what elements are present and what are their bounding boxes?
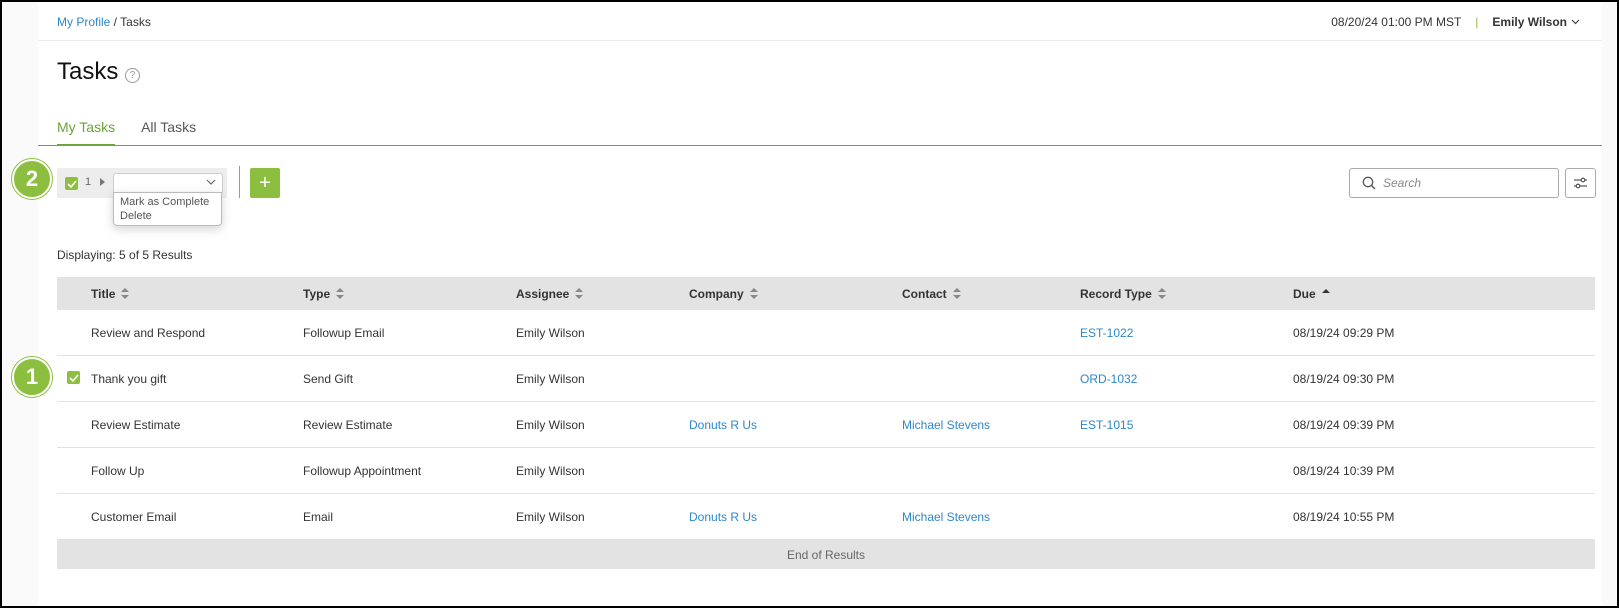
filter-settings-button[interactable] (1565, 168, 1596, 198)
table-row[interactable]: Thank you gift Send Gift Emily Wilson OR… (57, 356, 1595, 402)
search-box (1349, 168, 1559, 198)
cell-type: Review Estimate (303, 418, 393, 432)
left-margin (2, 2, 38, 606)
cell-type: Followup Email (303, 326, 385, 340)
page-title: Tasks (57, 58, 119, 85)
row-checkbox[interactable] (67, 371, 80, 384)
user-menu[interactable]: Emily Wilson (1492, 15, 1580, 29)
sort-icon (952, 288, 961, 299)
checkmark-icon (66, 179, 77, 188)
header-right: 08/20/24 01:00 PM MST | Emily Wilson (1331, 15, 1580, 29)
cell-contact-link[interactable]: Michael Stevens (902, 510, 990, 524)
top-bar: My Profile / Tasks 08/20/24 01:00 PM MST… (38, 2, 1602, 41)
callout-badge-1: 1 (12, 357, 52, 397)
cell-assignee: Emily Wilson (516, 418, 585, 432)
option-mark-as-complete[interactable]: Mark as Complete (114, 195, 221, 209)
cell-contact-link[interactable]: Michael Stevens (902, 418, 990, 432)
add-task-button[interactable]: + (250, 168, 280, 198)
sort-icon (121, 288, 130, 299)
column-header-record-type[interactable]: Record Type (1080, 287, 1166, 301)
cell-assignee: Emily Wilson (516, 326, 585, 340)
breadcrumb-my-profile-link[interactable]: My Profile (57, 15, 110, 29)
sort-icon (575, 288, 584, 299)
sort-ascending-icon (1321, 289, 1330, 293)
help-icon[interactable]: ? (125, 68, 140, 83)
search-icon (1362, 176, 1376, 190)
bulk-action-select[interactable] (113, 173, 223, 194)
cell-type: Send Gift (303, 372, 354, 386)
table-header: Title Type Assignee Company Contact Reco… (57, 277, 1595, 310)
option-delete[interactable]: Delete (114, 209, 221, 223)
cell-due: 08/19/24 10:55 PM (1293, 510, 1395, 524)
chevron-down-icon (206, 179, 216, 185)
column-label: Contact (902, 286, 947, 301)
column-header-company[interactable]: Company (689, 287, 758, 301)
cell-title: Review Estimate (91, 418, 181, 432)
chevron-down-icon (1571, 19, 1580, 25)
breadcrumb-separator: / (110, 15, 121, 29)
sort-icon (336, 288, 345, 299)
select-all-checkbox[interactable] (65, 177, 78, 190)
results-count: Displaying: 5 of 5 Results (57, 248, 193, 262)
cell-title: Follow Up (91, 464, 145, 478)
sort-icon (1157, 288, 1166, 299)
cell-company-link[interactable]: Donuts R Us (689, 418, 757, 432)
header-separator: | (1475, 15, 1479, 29)
column-header-due[interactable]: Due (1293, 287, 1330, 301)
sort-icon (749, 288, 758, 299)
cell-due: 08/19/24 09:29 PM (1293, 326, 1395, 340)
cell-company-link[interactable]: Donuts R Us (689, 510, 757, 524)
cell-due: 08/19/24 09:39 PM (1293, 418, 1395, 432)
search-input[interactable] (1383, 174, 1548, 192)
column-label: Title (91, 286, 116, 301)
right-margin (1602, 2, 1617, 606)
caret-right-icon (100, 178, 105, 186)
column-header-title[interactable]: Title (91, 286, 130, 301)
cell-due: 08/19/24 09:30 PM (1293, 372, 1395, 386)
column-label: Record Type (1080, 286, 1152, 301)
toolbar-divider (239, 166, 240, 198)
cell-due: 08/19/24 10:39 PM (1293, 464, 1395, 478)
cell-type: Email (303, 510, 334, 524)
checkmark-icon (68, 373, 79, 382)
tab-bar: My Tasks All Tasks (57, 119, 222, 146)
breadcrumb: My Profile / Tasks (57, 15, 151, 29)
column-label: Company (689, 286, 744, 301)
bulk-action-dropdown: Mark as Complete Delete (113, 192, 222, 226)
table-row[interactable]: Follow Up Followup Appointment Emily Wil… (57, 448, 1595, 494)
callout-badge-2: 2 (12, 159, 52, 199)
header-datetime: 08/20/24 01:00 PM MST (1331, 15, 1462, 29)
table-row[interactable]: Review and Respond Followup Email Emily … (57, 310, 1595, 356)
cell-assignee: Emily Wilson (516, 372, 585, 386)
tab-my-tasks[interactable]: My Tasks (57, 119, 116, 146)
tasks-table: Title Type Assignee Company Contact Reco… (57, 277, 1595, 569)
cell-type: Followup Appointment (303, 464, 422, 478)
sliders-icon (1574, 177, 1587, 189)
column-label: Assignee (516, 286, 570, 301)
column-label: Type (303, 286, 331, 301)
tab-all-tasks[interactable]: All Tasks (141, 119, 196, 146)
cell-title: Thank you gift (91, 372, 167, 386)
cell-record-type-link[interactable]: EST-1015 (1080, 418, 1133, 432)
selected-count: 1 (85, 176, 92, 188)
cell-record-type-link[interactable]: EST-1022 (1080, 326, 1133, 340)
app-window: My Profile / Tasks 08/20/24 01:00 PM MST… (0, 0, 1619, 608)
user-name: Emily Wilson (1492, 15, 1567, 29)
cell-title: Review and Respond (91, 326, 206, 340)
cell-assignee: Emily Wilson (516, 510, 585, 524)
breadcrumb-current: Tasks (120, 15, 151, 29)
column-header-type[interactable]: Type (303, 286, 345, 301)
cell-record-type-link[interactable]: ORD-1032 (1080, 372, 1137, 386)
end-of-results: End of Results (57, 540, 1595, 569)
column-label: Due (1293, 286, 1316, 301)
table-row[interactable]: Customer Email Email Emily Wilson Donuts… (57, 494, 1595, 540)
cell-title: Customer Email (91, 510, 177, 524)
tabs-divider (38, 145, 1602, 146)
column-header-contact[interactable]: Contact (902, 287, 961, 301)
cell-assignee: Emily Wilson (516, 464, 585, 478)
column-header-assignee[interactable]: Assignee (516, 286, 584, 301)
table-row[interactable]: Review Estimate Review Estimate Emily Wi… (57, 402, 1595, 448)
